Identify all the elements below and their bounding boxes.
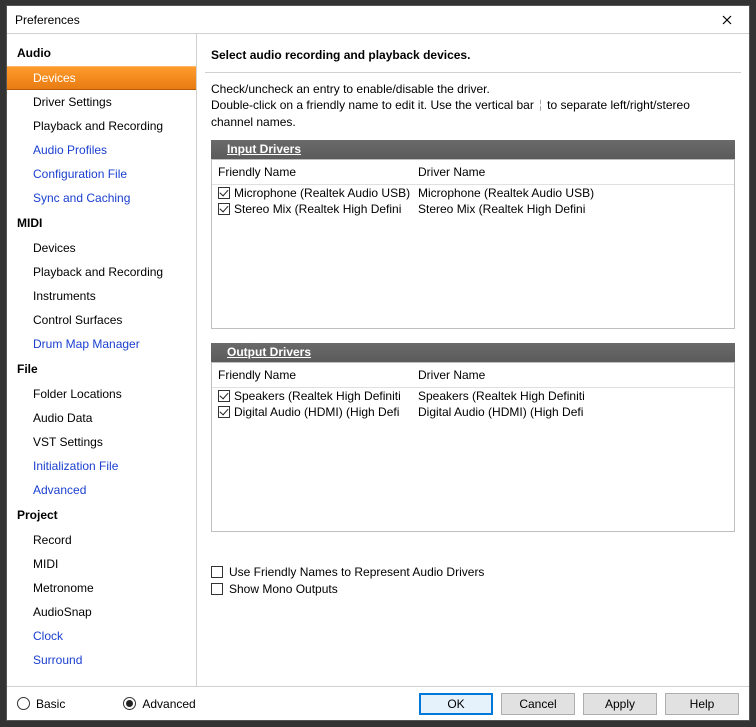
sidebar-item[interactable]: Clock (7, 624, 196, 648)
sidebar-item[interactable]: Initialization File (7, 454, 196, 478)
sidebar-item[interactable]: Control Surfaces (7, 308, 196, 332)
mode-advanced-radio[interactable]: Advanced (123, 697, 195, 711)
driver-checkbox[interactable] (218, 203, 230, 215)
option-show-mono-outputs[interactable]: Show Mono Outputs (211, 582, 735, 596)
mode-basic-radio[interactable]: Basic (17, 697, 65, 711)
sidebar-item[interactable]: VST Settings (7, 430, 196, 454)
friendly-name[interactable]: Digital Audio (HDMI) (High Defi (234, 405, 399, 419)
preferences-dialog: Preferences AudioDevicesDriver SettingsP… (6, 5, 750, 721)
output-drivers-table: Friendly Name Driver Name Speakers (Real… (211, 362, 735, 532)
column-header-driver[interactable]: Driver Name (412, 363, 734, 388)
sidebar-category: Project (7, 502, 196, 528)
apply-button[interactable]: Apply (583, 693, 657, 715)
driver-checkbox[interactable] (218, 187, 230, 199)
driver-name: Microphone (Realtek Audio USB) (412, 184, 734, 201)
driver-name: Speakers (Realtek High Definiti (412, 387, 734, 404)
friendly-name[interactable]: Microphone (Realtek Audio USB) (234, 186, 410, 200)
table-row[interactable]: Digital Audio (HDMI) (High Defi Digital A… (212, 404, 734, 420)
column-header-friendly[interactable]: Friendly Name (212, 363, 412, 388)
option-use-friendly-names[interactable]: Use Friendly Names to Represent Audio Dr… (211, 565, 735, 579)
column-header-driver[interactable]: Driver Name (412, 160, 734, 185)
sidebar-item[interactable]: Devices (7, 236, 196, 260)
table-row[interactable]: Speakers (Realtek High Definiti Speakers … (212, 387, 734, 404)
input-drivers-header: Input Drivers (211, 140, 735, 159)
dialog-body: AudioDevicesDriver SettingsPlayback and … (7, 34, 749, 686)
sidebar-item[interactable]: Playback and Recording (7, 260, 196, 284)
footer-bar: Basic Advanced OK Cancel Apply Help (7, 686, 749, 720)
sidebar-item[interactable]: Audio Profiles (7, 138, 196, 162)
separator-icon: ╎ (537, 98, 544, 114)
table-row[interactable]: Stereo Mix (Realtek High Defini Stereo Mi… (212, 201, 734, 217)
sidebar-item[interactable]: Audio Data (7, 406, 196, 430)
checkbox-icon (211, 583, 223, 595)
sidebar-item[interactable]: Record (7, 528, 196, 552)
sidebar-item[interactable]: Sync and Caching (7, 186, 196, 210)
sidebar-category: MIDI (7, 210, 196, 236)
radio-icon (17, 697, 30, 710)
sidebar[interactable]: AudioDevicesDriver SettingsPlayback and … (7, 34, 197, 686)
sidebar-item[interactable]: Configuration File (7, 162, 196, 186)
table-row[interactable]: Microphone (Realtek Audio USB)Microphone… (212, 184, 734, 201)
ok-button[interactable]: OK (419, 693, 493, 715)
driver-name: Digital Audio (HDMI) (High Defi (412, 404, 734, 420)
main-heading: Select audio recording and playback devi… (205, 34, 741, 73)
window-title: Preferences (15, 13, 713, 27)
radio-icon (123, 697, 136, 710)
sidebar-item[interactable]: Drum Map Manager (7, 332, 196, 356)
close-icon (722, 15, 732, 25)
sidebar-item[interactable]: Surround (7, 648, 196, 672)
checkbox-icon (211, 566, 223, 578)
sidebar-item[interactable]: AudioSnap (7, 600, 196, 624)
sidebar-category: Audio (7, 40, 196, 66)
main-panel: Select audio recording and playback devi… (197, 34, 749, 686)
cancel-button[interactable]: Cancel (501, 693, 575, 715)
sidebar-item[interactable]: Playback and Recording (7, 114, 196, 138)
sidebar-item[interactable]: Metronome (7, 576, 196, 600)
main-content: Check/uncheck an entry to enable/disable… (205, 73, 741, 686)
sidebar-category: File (7, 356, 196, 382)
input-drivers-table: Friendly Name Driver Name Microphone (Re… (211, 159, 735, 329)
driver-checkbox[interactable] (218, 406, 230, 418)
sidebar-item[interactable]: Devices (7, 66, 196, 90)
sidebar-item[interactable]: Instruments (7, 284, 196, 308)
column-header-friendly[interactable]: Friendly Name (212, 160, 412, 185)
driver-name: Stereo Mix (Realtek High Defini (412, 201, 734, 217)
description-text: Check/uncheck an entry to enable/disable… (211, 81, 735, 130)
sidebar-item[interactable]: MIDI (7, 552, 196, 576)
sidebar-item[interactable]: Folder Locations (7, 382, 196, 406)
friendly-name[interactable]: Stereo Mix (Realtek High Defini (234, 202, 401, 216)
help-button[interactable]: Help (665, 693, 739, 715)
sidebar-item[interactable]: Advanced (7, 478, 196, 502)
close-button[interactable] (713, 10, 741, 30)
driver-checkbox[interactable] (218, 390, 230, 402)
sidebar-item[interactable]: Driver Settings (7, 90, 196, 114)
friendly-name[interactable]: Speakers (Realtek High Definiti (234, 389, 401, 403)
output-drivers-header: Output Drivers (211, 343, 735, 362)
titlebar: Preferences (7, 6, 749, 34)
